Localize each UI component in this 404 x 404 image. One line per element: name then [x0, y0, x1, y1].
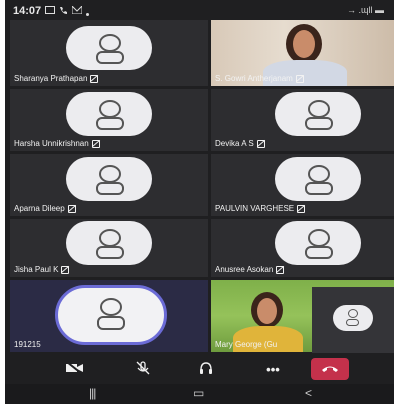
mic-off-icon — [276, 265, 285, 274]
participant-name: Anusree Asokan — [215, 265, 274, 274]
avatar-placeholder-icon — [66, 92, 152, 136]
video-camera-off-icon — [65, 360, 85, 378]
mic-muted-icon — [135, 360, 151, 379]
participant-name: Jisha Paul K — [14, 265, 59, 274]
participant-name: PAULVIN VARGHESE — [215, 204, 295, 213]
phone-icon — [59, 6, 68, 18]
home-button[interactable]: ▭ — [193, 386, 204, 400]
participant-tile[interactable]: Anusree Asokan — [211, 219, 394, 277]
participant-tile[interactable]: PAULVIN VARGHESE — [211, 154, 394, 216]
participant-tile[interactable]: Jisha Paul K — [10, 219, 208, 277]
teams-call-screen: 14:07 → .ɰll ▬ Sharanya Prathapan S. Gow… — [5, 0, 394, 404]
mic-off-icon — [67, 204, 76, 213]
participant-name: Aparna Dileep — [14, 204, 65, 213]
participant-name: Mary George (Gu — [215, 340, 278, 349]
participant-tile[interactable]: Devika A S — [211, 89, 394, 151]
picture-in-picture-tile[interactable] — [312, 287, 394, 353]
mic-off-icon — [90, 74, 99, 83]
mic-off-icon — [295, 74, 304, 83]
participant-name: Devika A S — [215, 139, 254, 148]
participant-tile[interactable]: Aparna Dileep — [10, 154, 208, 216]
participant-name: 191215 — [14, 340, 41, 349]
mute-toggle-button[interactable] — [125, 358, 161, 380]
recents-button[interactable]: ||| — [89, 386, 96, 400]
hang-up-button[interactable] — [311, 358, 349, 380]
mic-off-icon — [256, 139, 265, 148]
avatar-placeholder-icon — [275, 92, 361, 136]
participant-name: Sharanya Prathapan — [14, 74, 88, 83]
mic-off-icon — [297, 204, 306, 213]
message-icon — [45, 6, 55, 17]
more-options-button[interactable]: ••• — [255, 358, 291, 380]
participant-name: S. Gowri Antherjanam — [215, 74, 293, 83]
avatar-placeholder-icon — [275, 157, 361, 201]
avatar-placeholder-icon — [66, 26, 152, 70]
avatar-placeholder-icon — [55, 285, 167, 345]
avatar-placeholder-icon — [66, 157, 152, 201]
participant-tile[interactable]: Sharanya Prathapan — [10, 20, 208, 86]
avatar-placeholder-icon — [333, 305, 373, 331]
mic-off-icon — [91, 139, 100, 148]
avatar-placeholder-icon — [275, 221, 361, 265]
avatar-placeholder-icon — [66, 221, 152, 265]
hang-up-icon — [321, 362, 339, 377]
self-view-tile[interactable]: 191215 — [10, 280, 208, 352]
android-nav-bar: ||| ▭ < — [5, 384, 394, 404]
status-bar: 14:07 → .ɰll ▬ — [5, 0, 394, 20]
participant-tile[interactable]: Harsha Unnikrishnan — [10, 89, 208, 151]
mic-off-icon — [61, 265, 70, 274]
page-indicator — [182, 346, 210, 359]
participant-tile[interactable]: S. Gowri Antherjanam — [211, 20, 394, 86]
audio-options-button[interactable] — [188, 358, 224, 380]
call-control-bar: ••• — [5, 354, 394, 384]
camera-toggle-button[interactable] — [57, 358, 93, 380]
status-indicators: → .ɰll ▬ — [347, 5, 384, 15]
back-button[interactable]: < — [305, 386, 312, 400]
gmail-icon — [71, 4, 83, 17]
participant-name: Harsha Unnikrishnan — [14, 139, 89, 148]
status-time: 14:07 — [13, 5, 42, 17]
headset-icon — [198, 360, 214, 379]
notification-dot-icon — [86, 8, 89, 19]
